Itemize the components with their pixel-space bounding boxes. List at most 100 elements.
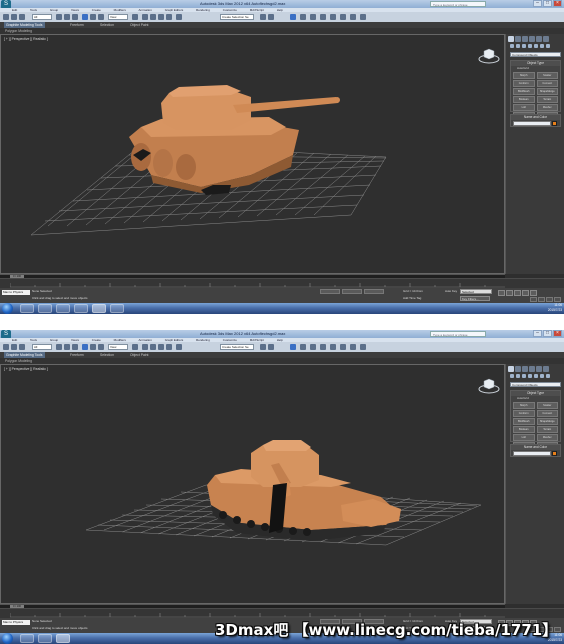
object-category-dropdown[interactable]: Compound Objects — [510, 382, 561, 387]
create-tab-icon[interactable] — [508, 366, 514, 372]
terrain-button[interactable]: Terrain — [536, 96, 558, 103]
name-and-color-title[interactable]: Name and Color — [511, 115, 560, 120]
select-object-icon[interactable] — [56, 14, 62, 20]
close-button[interactable]: × — [553, 330, 562, 337]
select-rotate-icon[interactable] — [90, 344, 96, 350]
mirror-icon[interactable] — [260, 344, 266, 350]
start-button-icon[interactable] — [2, 303, 13, 314]
x-coordinate-field[interactable] — [320, 289, 340, 294]
taskbar-app-qq-icon[interactable] — [74, 304, 88, 313]
snap-toggle-icon[interactable] — [142, 14, 148, 20]
mirror-icon[interactable] — [260, 14, 266, 20]
undo-icon[interactable] — [3, 344, 9, 350]
selection-filter-dropdown[interactable]: All — [32, 14, 52, 20]
graphite-toggle-icon[interactable] — [300, 344, 306, 350]
taskbar-app-explorer-icon[interactable] — [38, 304, 52, 313]
percent-snap-icon[interactable] — [158, 14, 164, 20]
connect-button[interactable]: Connect — [536, 410, 558, 417]
select-move-icon[interactable] — [82, 14, 88, 20]
hierarchy-tab-icon[interactable] — [522, 366, 528, 372]
select-object-icon[interactable] — [56, 344, 62, 350]
lights-icon[interactable] — [522, 44, 526, 48]
z-coordinate-field[interactable] — [364, 289, 384, 294]
shapemerge-button[interactable]: ShapeMerge — [536, 418, 558, 425]
taskbar-app-ie-icon[interactable] — [20, 304, 34, 313]
selection-filter-dropdown[interactable]: All — [32, 344, 52, 350]
next-frame-icon[interactable] — [522, 290, 529, 296]
start-button-icon[interactable] — [2, 633, 13, 644]
select-scale-icon[interactable] — [98, 14, 104, 20]
named-selection-dropdown[interactable]: Create Selection Se — [220, 14, 254, 20]
object-category-dropdown[interactable]: Compound Objects — [510, 52, 561, 57]
key-selection-dropdown[interactable]: Selected — [460, 289, 492, 294]
viewcube-icon[interactable] — [477, 45, 501, 65]
render-setup-icon[interactable] — [340, 344, 346, 350]
object-color-swatch[interactable] — [552, 121, 557, 126]
loft-button[interactable]: Loft — [513, 104, 535, 111]
systems-icon[interactable] — [546, 374, 550, 378]
utilities-tab-icon[interactable] — [543, 366, 549, 372]
blobmesh-button[interactable]: BlobMesh — [513, 88, 535, 95]
snap-toggle-icon[interactable] — [142, 344, 148, 350]
loft-button[interactable]: Loft — [513, 434, 535, 441]
geometry-icon[interactable] — [510, 44, 514, 48]
modify-tab-icon[interactable] — [515, 366, 521, 372]
shapes-icon[interactable] — [516, 374, 520, 378]
help-search-input[interactable]: Type a keyword or phrase — [430, 331, 486, 337]
angle-snap-icon[interactable] — [150, 14, 156, 20]
link-icon[interactable] — [19, 344, 25, 350]
perspective-viewport[interactable]: [ + ][ Perspective ][ Realistic ] — [0, 364, 505, 604]
system-tray-clock[interactable]: 11:06 2015/7/23 — [548, 303, 562, 313]
pivot-icon[interactable] — [132, 344, 138, 350]
go-to-start-icon[interactable] — [498, 290, 505, 296]
taskbar-app-browser-icon[interactable] — [110, 304, 124, 313]
select-move-icon[interactable] — [82, 344, 88, 350]
redo-icon[interactable] — [11, 14, 17, 20]
spacewarps-icon[interactable] — [540, 374, 544, 378]
taskbar-app-3dsmax-icon[interactable] — [56, 634, 70, 643]
modify-tab-icon[interactable] — [515, 36, 521, 42]
named-selection-dropdown[interactable]: Create Selection Se — [220, 344, 254, 350]
conform-button[interactable]: Conform — [513, 80, 535, 87]
render-production-icon[interactable] — [360, 14, 366, 20]
scatter-button[interactable]: Scatter — [536, 402, 558, 409]
schematic-view-icon[interactable] — [320, 14, 326, 20]
schematic-view-icon[interactable] — [320, 344, 326, 350]
cameras-icon[interactable] — [528, 44, 532, 48]
object-name-field[interactable] — [513, 451, 551, 456]
shapemerge-button[interactable]: ShapeMerge — [536, 88, 558, 95]
y-coordinate-field[interactable] — [342, 289, 362, 294]
object-name-field[interactable] — [513, 121, 551, 126]
display-tab-icon[interactable] — [536, 36, 542, 42]
link-icon[interactable] — [19, 14, 25, 20]
undo-icon[interactable] — [3, 14, 9, 20]
conform-button[interactable]: Conform — [513, 410, 535, 417]
spacewarps-icon[interactable] — [540, 44, 544, 48]
previous-frame-icon[interactable] — [506, 290, 513, 296]
select-rotate-icon[interactable] — [90, 14, 96, 20]
object-color-swatch[interactable] — [552, 451, 557, 456]
systems-icon[interactable] — [546, 44, 550, 48]
pivot-icon[interactable] — [132, 14, 138, 20]
lights-icon[interactable] — [522, 374, 526, 378]
mesher-button[interactable]: Mesher — [536, 434, 558, 441]
helpers-icon[interactable] — [534, 44, 538, 48]
layer-manager-icon[interactable] — [290, 14, 296, 20]
edit-named-selection-icon[interactable] — [176, 344, 182, 350]
scatter-button[interactable]: Scatter — [536, 72, 558, 79]
percent-snap-icon[interactable] — [158, 344, 164, 350]
viewcube-icon[interactable] — [477, 375, 501, 395]
terrain-button[interactable]: Terrain — [536, 426, 558, 433]
maximize-button[interactable]: □ — [543, 0, 552, 7]
display-tab-icon[interactable] — [536, 366, 542, 372]
cameras-icon[interactable] — [528, 374, 532, 378]
maxscript-listener[interactable]: Max to Physics — [2, 290, 30, 295]
boolean-button[interactable]: Boolean — [513, 426, 535, 433]
help-search-input[interactable]: Type a keyword or phrase — [430, 1, 486, 7]
select-by-name-icon[interactable] — [64, 344, 70, 350]
material-editor-icon[interactable] — [330, 344, 336, 350]
maxscript-listener[interactable]: Max to Physics — [2, 620, 30, 625]
morph-button[interactable]: Morph — [513, 402, 535, 409]
go-to-end-icon[interactable] — [530, 290, 537, 296]
render-production-icon[interactable] — [360, 344, 366, 350]
